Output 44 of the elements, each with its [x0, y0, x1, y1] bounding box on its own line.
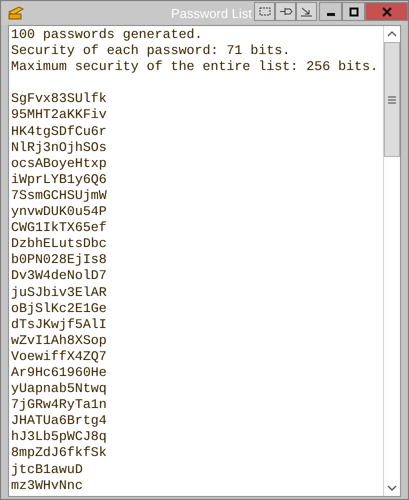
scrollbar[interactable]: [383, 26, 400, 496]
scroll-thumb[interactable]: [384, 42, 400, 157]
password-line: dTsJKwjf5AlI: [11, 316, 107, 333]
info-line: Security of each password: 71 bits.: [11, 43, 290, 60]
password-line: ocsABoyeHtxp: [11, 156, 107, 172]
password-line: hJ3Lb5pWCJ8q: [11, 429, 107, 446]
password-line: 7jGRw4RyTa1n: [11, 397, 107, 414]
close-button[interactable]: [365, 2, 408, 21]
password-line: DzbhELutsDbc: [11, 236, 107, 252]
maximize-button[interactable]: [342, 2, 365, 21]
password-line: JHATUa6Brtg4: [11, 413, 107, 430]
info-line: Maximum security of the entire list: 256 bits.: [11, 59, 378, 76]
password-line: NlRj3nOjhSOs: [11, 140, 107, 156]
password-line: jtcB1awuD: [11, 462, 83, 478]
password-line: 95MHT2aKKFiv: [11, 107, 107, 124]
maximize-icon: [348, 6, 358, 16]
info-line: 100 passwords generated.: [11, 27, 203, 44]
password-line: ynvwDUK0u54P: [11, 204, 107, 220]
password-line: juSJbiv3ElAR: [11, 284, 107, 301]
password-line: Dv3W4deNolD7: [11, 268, 107, 284]
minimize-button[interactable]: [319, 2, 342, 21]
grip-icon: [388, 96, 396, 104]
password-line: 7SsmGCHSUjmW: [11, 188, 107, 204]
frame-icon: [258, 7, 270, 16]
pin-button[interactable]: [275, 2, 296, 21]
arrow-icon: [300, 6, 313, 16]
minimize-icon: [326, 12, 334, 16]
snap-button[interactable]: [254, 2, 275, 21]
password-line: Ar9Hc61960He: [11, 364, 107, 382]
password-line: iWprLYB1y6Q6: [11, 172, 107, 188]
password-line: oBjSlKc2E1Ge: [11, 300, 107, 317]
pencil-icon: [7, 6, 25, 20]
password-line: VoewiffX4ZQ7: [11, 348, 107, 365]
close-icon: [382, 6, 392, 16]
rollup-button[interactable]: [296, 2, 317, 21]
password-line: 8mpZdJ6fkfSk: [11, 445, 107, 462]
password-line: SgFvx83SUlfk: [11, 91, 107, 108]
password-line: wZvI1Ah8XSop: [11, 332, 107, 349]
password-line: CWG1IkTX65ef: [11, 220, 107, 236]
password-line: HK4tgSDfCu6r: [11, 124, 107, 140]
password-line: b0PN028EjIs8: [11, 252, 107, 268]
password-line: mz3WHvNnc: [11, 478, 83, 494]
pin-icon: [278, 7, 292, 16]
password-line: yUapnab5Ntwq: [11, 381, 107, 398]
